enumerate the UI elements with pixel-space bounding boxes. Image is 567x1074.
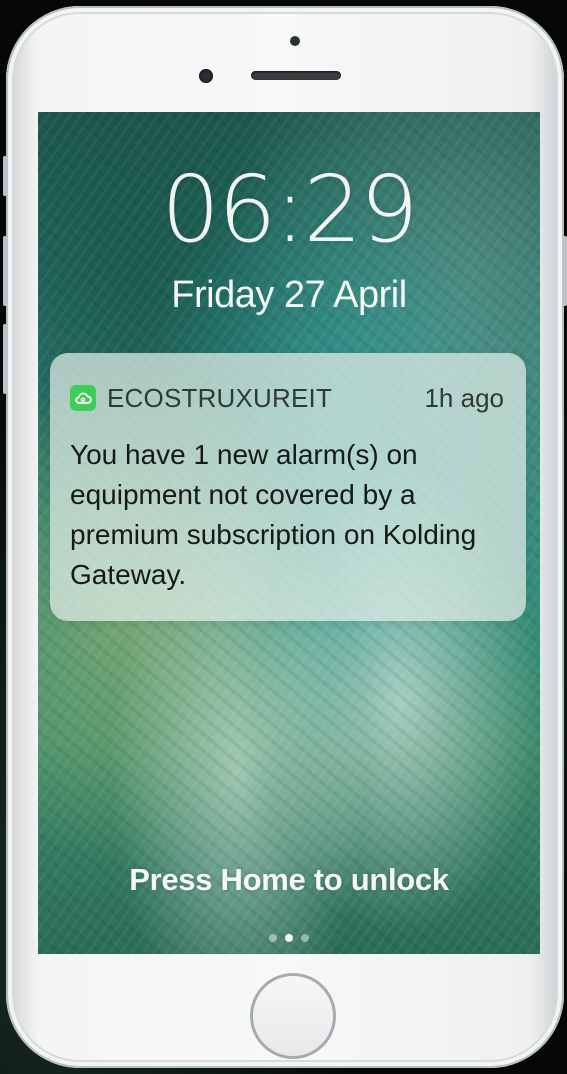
home-button[interactable] bbox=[250, 973, 336, 1059]
lock-screen-clock: 06:29 bbox=[161, 156, 418, 263]
power-button[interactable] bbox=[562, 236, 567, 306]
lock-screen-date: Friday 27 April bbox=[171, 274, 407, 316]
notification-message: You have 1 new alarm(s) on equipment not… bbox=[70, 439, 477, 590]
notification-card[interactable]: ECOSTRUXUREIT 1h ago You have 1 new alar… bbox=[50, 353, 526, 621]
front-camera bbox=[199, 69, 213, 83]
unlock-hint: Press Home to unlock bbox=[129, 862, 449, 897]
lock-screen[interactable]: 06:29 Friday 27 April ECOSTRUXUREIT 1h a… bbox=[38, 112, 540, 954]
notification-app-name: ECOSTRUXUREIT bbox=[107, 382, 333, 413]
proximity-sensor bbox=[290, 36, 300, 46]
earpiece-speaker bbox=[251, 71, 341, 80]
notification-header: ECOSTRUXUREIT 1h ago bbox=[70, 383, 504, 413]
mute-switch bbox=[3, 156, 8, 196]
page-dot bbox=[269, 934, 277, 942]
volume-down-button[interactable] bbox=[3, 324, 8, 394]
page-dot bbox=[285, 934, 293, 942]
page-dot bbox=[301, 934, 309, 942]
volume-up-button[interactable] bbox=[3, 236, 8, 306]
scene-background: 06:29 Friday 27 April ECOSTRUXUREIT 1h a… bbox=[0, 0, 567, 1074]
page-indicator bbox=[38, 934, 540, 942]
cloud-icon bbox=[70, 385, 96, 411]
notification-timestamp: 1h ago bbox=[424, 382, 504, 413]
